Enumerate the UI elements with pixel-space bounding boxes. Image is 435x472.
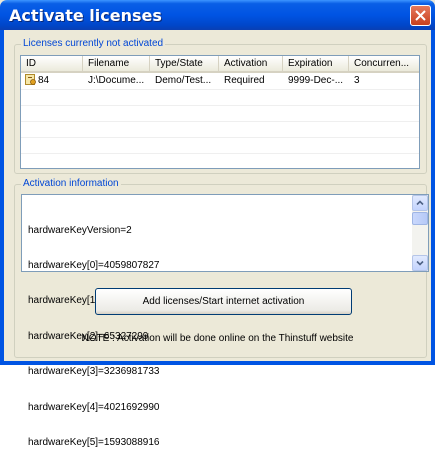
row-divider	[21, 121, 419, 122]
row-divider	[21, 137, 419, 138]
licenses-table[interactable]: ID Filename Type/State Activation Expira…	[20, 55, 420, 169]
column-header-id[interactable]: ID	[21, 56, 83, 71]
window-title: Activate licenses	[9, 6, 162, 25]
window-frame-left	[0, 30, 4, 365]
activation-info-textbox[interactable]: hardwareKeyVersion=2 hardwareKey[0]=4059…	[21, 194, 429, 448]
license-concurrent: 3	[354, 75, 360, 86]
row-divider	[21, 89, 419, 90]
scroll-thumb[interactable]	[412, 212, 428, 225]
column-header-concurrent[interactable]: Concurren...	[349, 56, 419, 71]
license-key-icon	[25, 74, 36, 85]
title-bar[interactable]: Activate licenses	[0, 0, 435, 30]
table-header: ID Filename Type/State Activation Expira…	[21, 56, 419, 73]
close-icon	[415, 10, 426, 21]
chevron-down-icon	[416, 260, 424, 266]
activate-licenses-window: Activate licenses Licenses currently not…	[0, 0, 435, 448]
license-expiration: 9999-Dec-...	[288, 75, 344, 86]
licenses-group-label: Licenses currently not activated	[21, 38, 166, 50]
row-divider	[21, 105, 419, 106]
column-header-activation[interactable]: Activation	[219, 56, 283, 71]
column-header-expiration[interactable]: Expiration	[283, 56, 349, 71]
activation-line: hardwareKey[4]=4021692990	[28, 401, 160, 413]
license-id: 84	[38, 75, 50, 86]
close-button[interactable]	[410, 5, 431, 26]
scroll-down-button[interactable]	[412, 255, 428, 271]
chevron-up-icon	[416, 200, 424, 206]
license-activation: Required	[224, 75, 265, 86]
row-divider	[21, 153, 419, 154]
column-header-type-state[interactable]: Type/State	[150, 56, 219, 71]
activation-line: hardwareKey[3]=3236981733	[28, 366, 160, 378]
window-frame-right	[431, 30, 435, 365]
activation-line: hardwareKeyVersion=2	[28, 224, 132, 236]
add-licenses-button[interactable]: Add licenses/Start internet activation	[95, 288, 352, 315]
activation-line: hardwareKey[0]=4059807827	[28, 259, 160, 271]
scroll-up-button[interactable]	[412, 195, 428, 211]
activation-note: NOTE : Activation will be done online on…	[81, 333, 354, 344]
column-header-filename[interactable]: Filename	[83, 56, 150, 71]
license-id-cell: 84	[21, 73, 83, 89]
license-filename: J:\Docume...	[88, 75, 145, 86]
vertical-scrollbar[interactable]	[412, 195, 428, 271]
activation-line: hardwareKey[5]=1593088916	[28, 436, 160, 448]
activation-info-label: Activation information	[21, 178, 121, 190]
license-type-state: Demo/Test...	[155, 75, 212, 86]
